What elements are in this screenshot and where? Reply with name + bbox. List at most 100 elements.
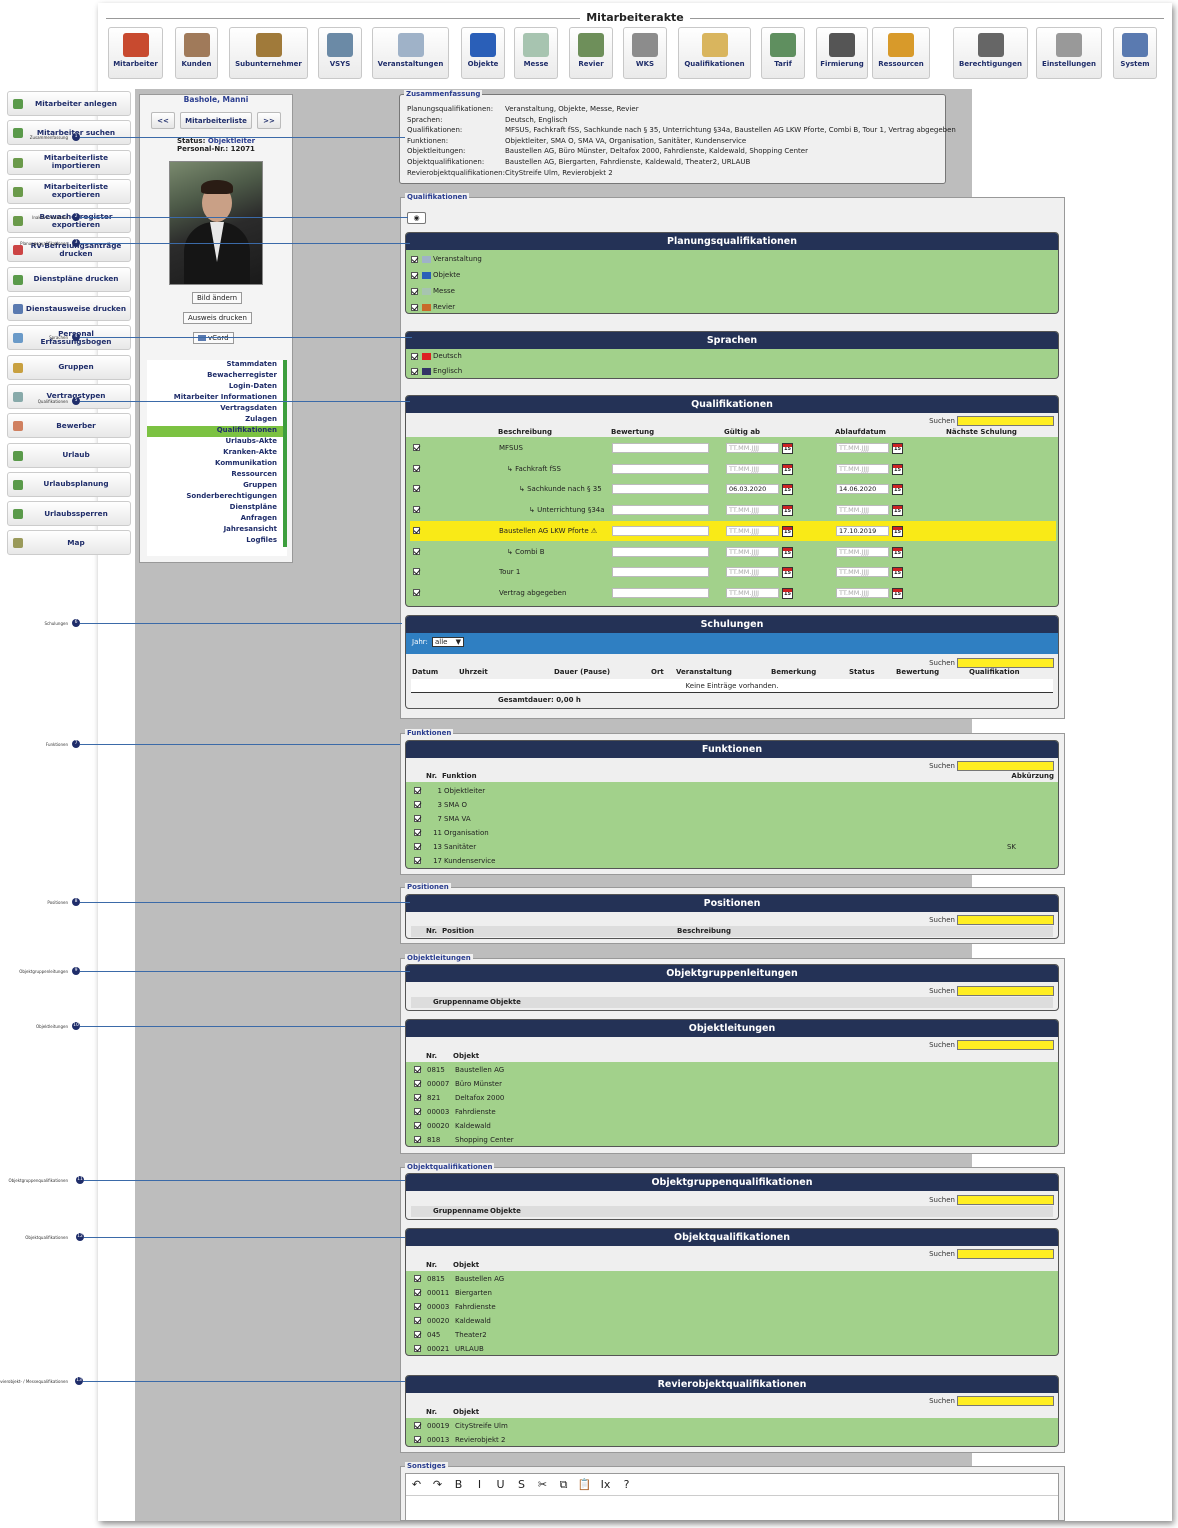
checkbox[interactable] bbox=[414, 1066, 421, 1073]
tab-ressourcen[interactable]: Ressourcen bbox=[147, 470, 287, 481]
toolbar-messe-button[interactable]: Messe bbox=[514, 27, 558, 79]
change-image-button[interactable]: Bild ändern bbox=[192, 292, 243, 304]
employee-list-button[interactable]: Mitarbeiterliste bbox=[180, 112, 252, 129]
checkbox[interactable] bbox=[414, 1303, 421, 1310]
calendar-icon[interactable]: 15 bbox=[892, 505, 903, 517]
rating-input[interactable] bbox=[612, 525, 709, 536]
tab-kommunikation[interactable]: Kommunikation bbox=[147, 459, 287, 470]
calendar-icon[interactable]: 15 bbox=[782, 484, 793, 496]
checkbox[interactable] bbox=[414, 1122, 421, 1129]
help-icon[interactable]: ? bbox=[616, 1474, 637, 1496]
leftnav-item-2[interactable]: Mitarbeiterliste importieren bbox=[7, 149, 131, 175]
toolbar-mitarbeiter-button[interactable]: Mitarbeiter bbox=[108, 27, 163, 79]
rating-input[interactable] bbox=[612, 443, 709, 453]
calendar-icon[interactable]: 15 bbox=[782, 525, 793, 537]
checkbox[interactable] bbox=[414, 1289, 421, 1296]
checkbox[interactable] bbox=[411, 271, 418, 279]
expiry-input[interactable]: TT.MM.JJJJ bbox=[836, 567, 889, 578]
checkbox[interactable] bbox=[414, 1331, 421, 1338]
toolbar-kunden-button[interactable]: Kunden bbox=[175, 27, 218, 79]
checkbox[interactable] bbox=[411, 255, 418, 263]
undo-icon[interactable]: ↶ bbox=[406, 1474, 427, 1496]
checkbox[interactable] bbox=[413, 485, 420, 493]
expiry-input[interactable]: TT.MM.JJJJ bbox=[836, 463, 889, 474]
toolbar-vsys-button[interactable]: VSYS bbox=[318, 27, 362, 79]
checkbox[interactable] bbox=[414, 857, 421, 864]
calendar-icon[interactable]: 15 bbox=[892, 587, 903, 599]
valid-from-input[interactable]: TT.MM.JJJJ bbox=[726, 525, 779, 536]
rating-input[interactable] bbox=[612, 463, 709, 474]
toolbar-tarif-button[interactable]: Tarif bbox=[761, 27, 805, 79]
calendar-icon[interactable]: 15 bbox=[782, 567, 793, 579]
valid-from-input[interactable]: TT.MM.JJJJ bbox=[726, 546, 779, 557]
calendar-icon[interactable]: 15 bbox=[782, 546, 793, 558]
notes-editor[interactable]: ↶ ↷ B I U S ✂ ⧉ 📋 Ix? bbox=[405, 1473, 1059, 1521]
tab-bewacherregister[interactable]: Bewacherregister bbox=[147, 371, 287, 382]
toolbar-veranstaltungen-button[interactable]: Veranstaltungen bbox=[372, 27, 449, 79]
checkbox[interactable] bbox=[414, 829, 421, 836]
calendar-icon[interactable]: 15 bbox=[782, 463, 793, 475]
toolbar-system-button[interactable]: System bbox=[1113, 27, 1157, 79]
expiry-input[interactable]: 14.06.2020 bbox=[836, 484, 889, 495]
underline-icon[interactable]: U bbox=[490, 1474, 511, 1496]
toolbar-wks-button[interactable]: WKS bbox=[623, 27, 667, 79]
rating-input[interactable] bbox=[612, 546, 709, 557]
leftnav-item-15[interactable]: Map bbox=[7, 530, 131, 556]
checkbox[interactable] bbox=[414, 1436, 421, 1443]
tab-login-daten[interactable]: Login-Daten bbox=[147, 382, 287, 393]
expiry-input[interactable]: TT.MM.JJJJ bbox=[836, 587, 889, 598]
leftnav-item-9[interactable]: Gruppen bbox=[7, 354, 131, 380]
checkbox[interactable] bbox=[414, 1136, 421, 1143]
checkbox[interactable] bbox=[414, 787, 421, 794]
print-id-button[interactable]: Ausweis drucken bbox=[183, 312, 252, 324]
objgroupquals-search-input[interactable] bbox=[957, 1195, 1054, 1205]
calendar-icon[interactable]: 15 bbox=[892, 463, 903, 475]
training-search-input[interactable] bbox=[957, 658, 1054, 668]
checkbox[interactable] bbox=[414, 1317, 421, 1324]
toolbar-qualifikationen-button[interactable]: Qualifikationen bbox=[678, 27, 751, 79]
tab-gruppen[interactable]: Gruppen bbox=[147, 481, 287, 492]
expiry-input[interactable]: TT.MM.JJJJ bbox=[836, 505, 889, 516]
toolbar-revier-button[interactable]: Revier bbox=[569, 27, 613, 79]
bold-icon[interactable]: B bbox=[448, 1474, 469, 1496]
expiry-input[interactable]: 17.10.2019 bbox=[836, 525, 889, 536]
italic-icon[interactable]: I bbox=[469, 1474, 490, 1496]
calendar-icon[interactable]: 15 bbox=[892, 567, 903, 579]
calendar-icon[interactable]: 15 bbox=[892, 484, 903, 496]
calendar-icon[interactable]: 15 bbox=[782, 443, 793, 454]
checkbox[interactable] bbox=[411, 303, 418, 311]
checkbox[interactable] bbox=[413, 568, 420, 576]
checkbox[interactable] bbox=[414, 815, 421, 822]
checkbox[interactable] bbox=[413, 588, 420, 596]
leftnav-item-0[interactable]: Mitarbeiter anlegen bbox=[7, 91, 131, 116]
hide-inactive-button[interactable]: ◉ bbox=[407, 212, 426, 224]
paste-icon[interactable]: 📋 bbox=[574, 1474, 595, 1496]
strikethrough-icon[interactable]: S bbox=[511, 1474, 532, 1496]
checkbox[interactable] bbox=[413, 464, 420, 472]
checkbox[interactable] bbox=[413, 526, 420, 534]
rating-input[interactable] bbox=[612, 587, 709, 598]
leftnav-item-11[interactable]: Bewerber bbox=[7, 413, 131, 439]
objgroupleads-search-input[interactable] bbox=[957, 986, 1054, 996]
calendar-icon[interactable]: 15 bbox=[782, 587, 793, 599]
checkbox[interactable] bbox=[413, 506, 420, 514]
tab-stammdaten[interactable]: Stammdaten bbox=[147, 360, 287, 371]
expiry-input[interactable]: TT.MM.JJJJ bbox=[836, 443, 889, 453]
tab-logfiles[interactable]: Logfiles bbox=[147, 536, 287, 547]
tab-zulagen[interactable]: Zulagen bbox=[147, 415, 287, 426]
toolbar-subunternehmer-button[interactable]: Subunternehmer bbox=[229, 27, 308, 79]
copy-icon[interactable]: ⧉ bbox=[553, 1474, 574, 1496]
redo-icon[interactable]: ↷ bbox=[427, 1474, 448, 1496]
valid-from-input[interactable]: TT.MM.JJJJ bbox=[726, 587, 779, 598]
leftnav-item-3[interactable]: Mitarbeiterliste exportieren bbox=[7, 178, 131, 204]
valid-from-input[interactable]: TT.MM.JJJJ bbox=[726, 463, 779, 474]
checkbox[interactable] bbox=[411, 367, 418, 375]
rating-input[interactable] bbox=[612, 484, 709, 495]
tab-urlaubs-akte[interactable]: Urlaubs-Akte bbox=[147, 437, 287, 448]
toolbar-berechtigungen-button[interactable]: Berechtigungen bbox=[953, 27, 1028, 79]
clear-format-icon[interactable]: Ix bbox=[595, 1474, 616, 1496]
positions-search-input[interactable] bbox=[957, 915, 1054, 925]
tab-qualifikationen[interactable]: Qualifikationen bbox=[147, 426, 287, 437]
checkbox[interactable] bbox=[414, 1108, 421, 1115]
leftnav-item-6[interactable]: Dienstpläne drucken bbox=[7, 266, 131, 292]
